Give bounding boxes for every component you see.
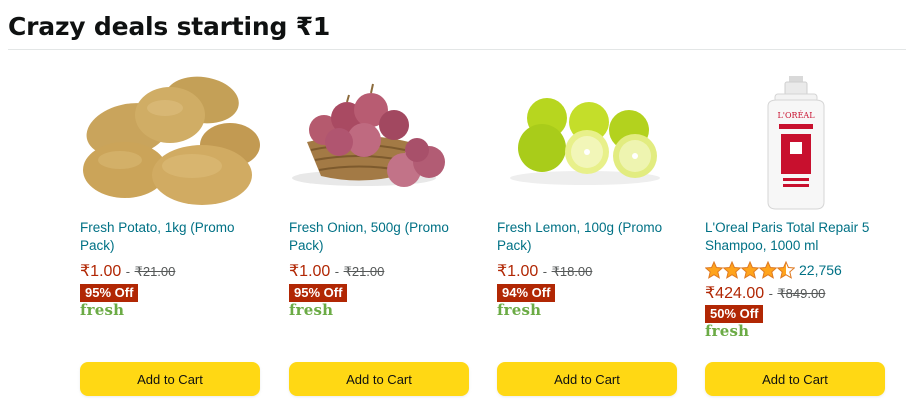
price-row: ₹1.00 - ₹21.00 [80,261,175,281]
price-separator: - [125,264,131,279]
product-title-link[interactable]: Fresh Onion, 500g (Promo Pack) [289,219,471,255]
product-title-link[interactable]: L'Oreal Paris Total Repair 5 Shampoo, 10… [705,219,887,255]
product-card: Fresh Onion, 500g (Promo Pack) ₹1.00 - ₹… [289,70,469,400]
product-card: Fresh Potato, 1kg (Promo Pack) ₹1.00 - ₹… [80,70,260,400]
deal-price: ₹1.00 [497,263,539,280]
fresh-logo: fresh [705,322,750,340]
star-icon [741,261,759,279]
star-icon [759,261,777,279]
deal-price: ₹1.00 [80,263,122,280]
fresh-logo: fresh [497,301,542,319]
deal-price: ₹424.00 [705,285,765,302]
list-price: ₹21.00 [343,264,385,279]
fresh-logo: fresh [289,301,334,319]
product-card: Fresh Lemon, 100g (Promo Pack) ₹1.00 - ₹… [497,70,677,400]
price-row: ₹424.00 - ₹849.00 [705,283,825,303]
onion-basket-image[interactable] [289,70,469,215]
rating-row[interactable]: 22,756 [705,260,842,280]
discount-badge: 50% Off [705,305,764,323]
price-separator: - [334,264,340,279]
product-card: L'ORÉAL L'Oreal Paris Total Repair 5 Sha… [705,70,885,400]
price-row: ₹1.00 - ₹18.00 [497,261,592,281]
star-icon [777,261,795,279]
list-price: ₹18.00 [551,264,593,279]
add-to-cart-button[interactable]: Add to Cart [497,362,677,396]
deal-price: ₹1.00 [289,263,331,280]
star-icon [705,261,723,279]
star-rating[interactable] [705,261,795,279]
list-price: ₹21.00 [134,264,176,279]
potatoes-image[interactable] [80,70,260,215]
heading-divider [8,49,906,50]
product-title-link[interactable]: Fresh Potato, 1kg (Promo Pack) [80,219,262,255]
shampoo-bottle-image[interactable]: L'ORÉAL [705,70,885,215]
discount-badge: 94% Off [497,284,556,302]
rating-count-link[interactable]: 22,756 [799,262,842,278]
brand-logo: L'ORÉAL [777,111,815,120]
price-separator: - [768,286,773,301]
add-to-cart-button[interactable]: Add to Cart [80,362,260,396]
list-price: ₹849.00 [777,286,826,301]
section-heading: Crazy deals starting ₹1 [8,12,331,41]
discount-badge: 95% Off [80,284,139,302]
add-to-cart-button[interactable]: Add to Cart [705,362,885,396]
star-icon [723,261,741,279]
fresh-logo: fresh [80,301,125,319]
price-separator: - [542,264,548,279]
price-row: ₹1.00 - ₹21.00 [289,261,384,281]
product-title-link[interactable]: Fresh Lemon, 100g (Promo Pack) [497,219,679,255]
lemons-image[interactable] [497,70,677,215]
add-to-cart-button[interactable]: Add to Cart [289,362,469,396]
discount-badge: 95% Off [289,284,348,302]
